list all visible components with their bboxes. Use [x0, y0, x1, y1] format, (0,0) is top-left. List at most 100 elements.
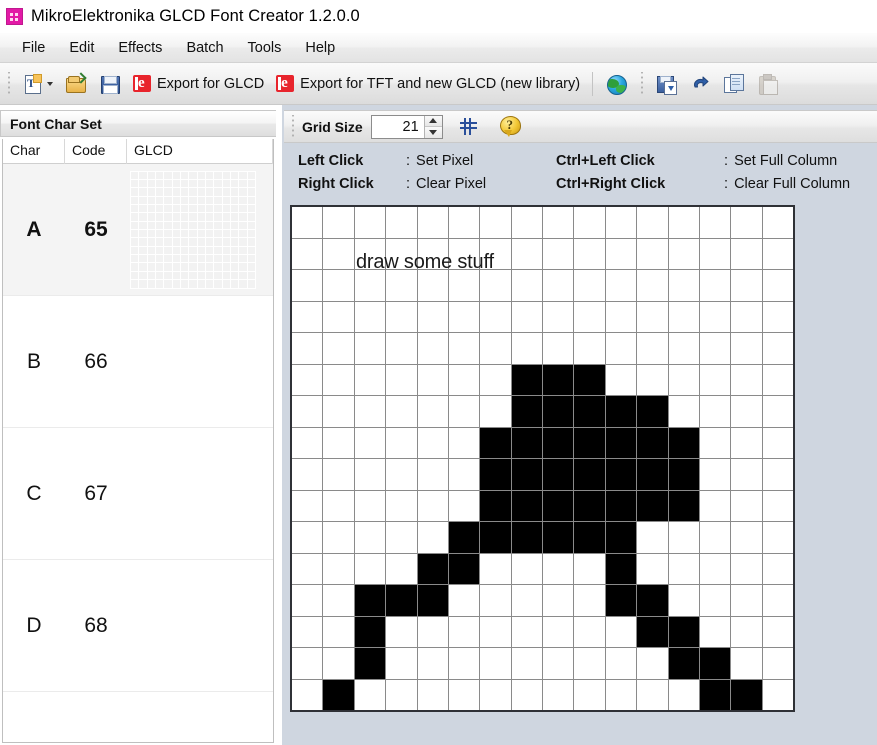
- pixel-cell[interactable]: [574, 616, 605, 647]
- table-row[interactable]: C 67: [3, 428, 273, 560]
- pixel-cell[interactable]: [354, 679, 386, 710]
- pixel-cell[interactable]: [323, 585, 354, 616]
- pixel-cell[interactable]: [574, 238, 605, 269]
- pixel-cell[interactable]: [323, 207, 354, 238]
- pixel-cell[interactable]: [386, 585, 417, 616]
- pixel-cell[interactable]: [668, 553, 699, 584]
- pixel-canvas[interactable]: draw some stuff: [290, 205, 795, 712]
- menu-effects[interactable]: Effects: [106, 37, 174, 59]
- pixel-cell[interactable]: [292, 364, 323, 395]
- pixel-cell[interactable]: [480, 301, 511, 332]
- pixel-cell[interactable]: [731, 553, 762, 584]
- pixel-cell[interactable]: [448, 553, 480, 584]
- pixel-cell[interactable]: [480, 207, 511, 238]
- export-for-tft-button[interactable]: e Export for TFT and new GLCD (new libra…: [271, 67, 585, 101]
- pixel-cell[interactable]: [417, 585, 448, 616]
- pixel-cell[interactable]: [323, 238, 354, 269]
- pixel-cell[interactable]: [731, 396, 762, 427]
- pixel-cell[interactable]: [637, 270, 668, 301]
- pixel-cell[interactable]: [731, 270, 762, 301]
- pixel-cell[interactable]: [543, 490, 574, 521]
- pixel-cell[interactable]: [668, 396, 699, 427]
- pixel-cell[interactable]: [543, 301, 574, 332]
- pixel-cell[interactable]: [699, 553, 731, 584]
- pixel-cell[interactable]: [511, 364, 542, 395]
- pixel-cell[interactable]: [668, 616, 699, 647]
- pixel-cell[interactable]: [699, 301, 731, 332]
- pixel-cell[interactable]: [543, 270, 574, 301]
- pixel-cell[interactable]: [417, 679, 448, 710]
- pixel-cell[interactable]: [574, 333, 605, 364]
- pixel-cell[interactable]: [417, 427, 448, 458]
- pixel-cell[interactable]: [668, 364, 699, 395]
- pixel-cell[interactable]: [386, 270, 417, 301]
- pixel-cell[interactable]: [480, 364, 511, 395]
- pixel-cell[interactable]: [762, 616, 793, 647]
- pixel-cell[interactable]: [386, 616, 417, 647]
- menu-help[interactable]: Help: [293, 37, 347, 59]
- pixel-cell[interactable]: [762, 679, 793, 710]
- pixel-cell[interactable]: [731, 585, 762, 616]
- copy-button[interactable]: [718, 67, 750, 101]
- table-row[interactable]: D 68: [3, 560, 273, 692]
- pixel-cell[interactable]: [605, 585, 637, 616]
- pixel-cell[interactable]: [731, 238, 762, 269]
- menu-batch[interactable]: Batch: [174, 37, 235, 59]
- pixel-cell[interactable]: [511, 553, 542, 584]
- pixel-cell[interactable]: [668, 333, 699, 364]
- save-button[interactable]: [94, 67, 126, 101]
- pixel-cell[interactable]: [762, 490, 793, 521]
- pixel-cell[interactable]: [605, 333, 637, 364]
- pixel-cell[interactable]: [511, 522, 542, 553]
- pixel-cell[interactable]: [292, 270, 323, 301]
- pixel-cell[interactable]: [543, 553, 574, 584]
- pixel-cell[interactable]: [668, 459, 699, 490]
- pixel-cell[interactable]: [605, 459, 637, 490]
- pixel-cell[interactable]: [448, 616, 480, 647]
- pixel-cell[interactable]: [605, 396, 637, 427]
- pixel-cell[interactable]: [417, 522, 448, 553]
- pixel-cell[interactable]: [699, 333, 731, 364]
- pixel-cell[interactable]: [574, 364, 605, 395]
- pixel-cell[interactable]: [762, 207, 793, 238]
- pixel-cell[interactable]: [386, 679, 417, 710]
- pixel-cell[interactable]: [448, 427, 480, 458]
- menu-file[interactable]: File: [10, 37, 57, 59]
- pixel-cell[interactable]: [292, 396, 323, 427]
- pixel-cell[interactable]: [354, 522, 386, 553]
- pixel-cell[interactable]: [354, 648, 386, 679]
- help-button[interactable]: ?: [495, 113, 527, 141]
- pixel-cell[interactable]: [480, 679, 511, 710]
- pixel-cell[interactable]: [699, 648, 731, 679]
- pixel-cell[interactable]: [668, 301, 699, 332]
- pixel-cell[interactable]: [574, 522, 605, 553]
- pixel-cell[interactable]: [637, 207, 668, 238]
- pixel-cell[interactable]: [480, 522, 511, 553]
- pixel-cell[interactable]: [386, 333, 417, 364]
- pixel-cell[interactable]: [511, 459, 542, 490]
- pixel-cell[interactable]: [354, 427, 386, 458]
- pixel-cell[interactable]: [699, 522, 731, 553]
- pixel-cell[interactable]: [292, 522, 323, 553]
- pixel-cell[interactable]: [762, 522, 793, 553]
- pixel-cell[interactable]: [323, 522, 354, 553]
- grid-size-value[interactable]: 21: [372, 116, 424, 138]
- pixel-cell[interactable]: [354, 207, 386, 238]
- chevron-down-icon[interactable]: [47, 81, 53, 86]
- pixel-cell[interactable]: [543, 679, 574, 710]
- pixel-cell[interactable]: [386, 207, 417, 238]
- pixel-cell[interactable]: [480, 396, 511, 427]
- pixel-cell[interactable]: [543, 585, 574, 616]
- pixel-cell[interactable]: [543, 616, 574, 647]
- grid-toolbar-grip[interactable]: [289, 114, 297, 139]
- pixel-cell[interactable]: [762, 396, 793, 427]
- pixel-cell[interactable]: [511, 207, 542, 238]
- pixel-cell[interactable]: [762, 333, 793, 364]
- pixel-cell[interactable]: [543, 333, 574, 364]
- pixel-grid[interactable]: [292, 207, 793, 710]
- pixel-cell[interactable]: [574, 553, 605, 584]
- pixel-cell[interactable]: [386, 364, 417, 395]
- pixel-cell[interactable]: [292, 427, 323, 458]
- pixel-cell[interactable]: [448, 207, 480, 238]
- save-as-button[interactable]: [650, 67, 682, 101]
